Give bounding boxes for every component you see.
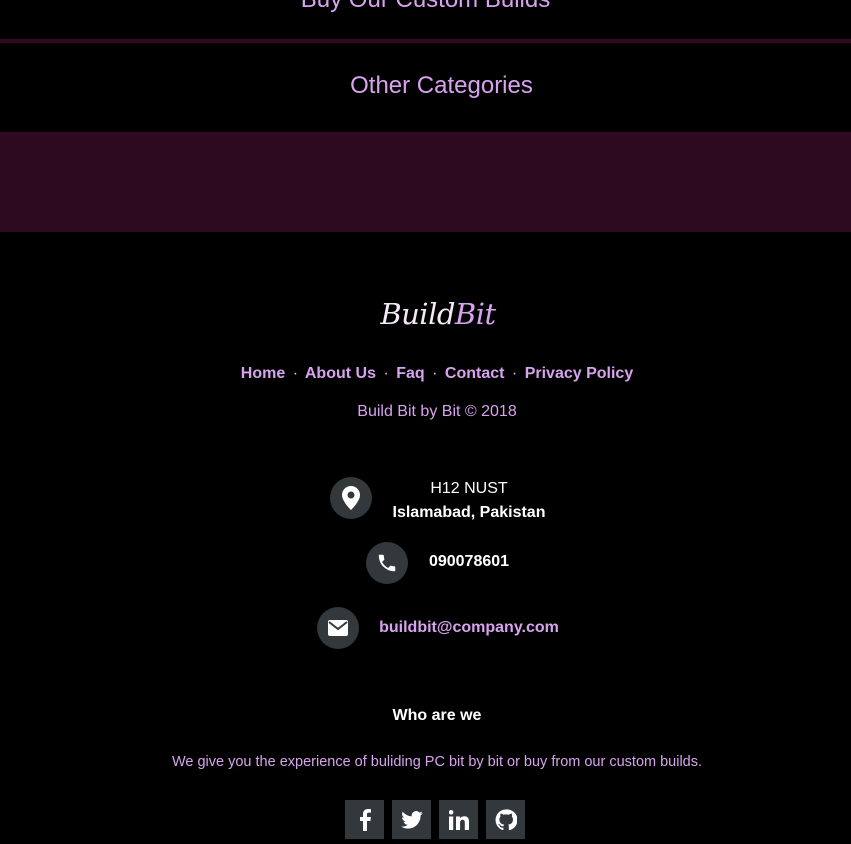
footer-link-home[interactable]: Home (241, 365, 285, 382)
about-text: We give you the experience of buliding P… (171, 754, 703, 770)
facebook-icon[interactable] (345, 800, 384, 839)
map-marker-icon (330, 477, 372, 519)
link-separator: · (432, 365, 438, 382)
envelope-icon (317, 607, 359, 649)
phone-icon (366, 542, 408, 584)
logo-part-build: Build (380, 297, 455, 331)
categories-band (0, 132, 851, 232)
phone-number: 090078601 (428, 553, 510, 570)
link-separator: · (383, 365, 389, 382)
footer-logo[interactable]: BuildBit (0, 294, 851, 334)
email-block: buildbit@company.com (372, 616, 566, 640)
about-title: Who are we (392, 707, 482, 724)
other-categories-heading: Other Categories (350, 72, 533, 99)
custom-builds-heading: Buy Our Custom Builds (0, 0, 851, 14)
twitter-icon[interactable] (392, 800, 431, 839)
github-icon[interactable] (486, 800, 525, 839)
section-divider (0, 39, 851, 43)
footer-link-privacy-policy[interactable]: Privacy Policy (525, 365, 634, 382)
link-separator: · (511, 365, 518, 382)
logo-part-bit: Bit (454, 297, 496, 331)
footer-link-faq[interactable]: Faq (396, 365, 424, 382)
link-separator: · (292, 365, 299, 382)
linkedin-icon[interactable] (439, 800, 478, 839)
footer-link-contact[interactable]: Contact (445, 365, 505, 382)
footer-link-about-us[interactable]: About Us (305, 365, 376, 382)
address-line-1: H12 NUST (430, 480, 508, 497)
email-link[interactable]: buildbit@company.com (379, 619, 559, 636)
address-line-2: Islamabad, Pakistan (392, 504, 546, 521)
copyright-text: Build Bit by Bit © 2018 (357, 403, 517, 420)
address-block: H12 NUST Islamabad, Pakistan (380, 477, 558, 525)
footer-links: Home · About Us · Faq · Contact · Privac… (0, 364, 851, 384)
